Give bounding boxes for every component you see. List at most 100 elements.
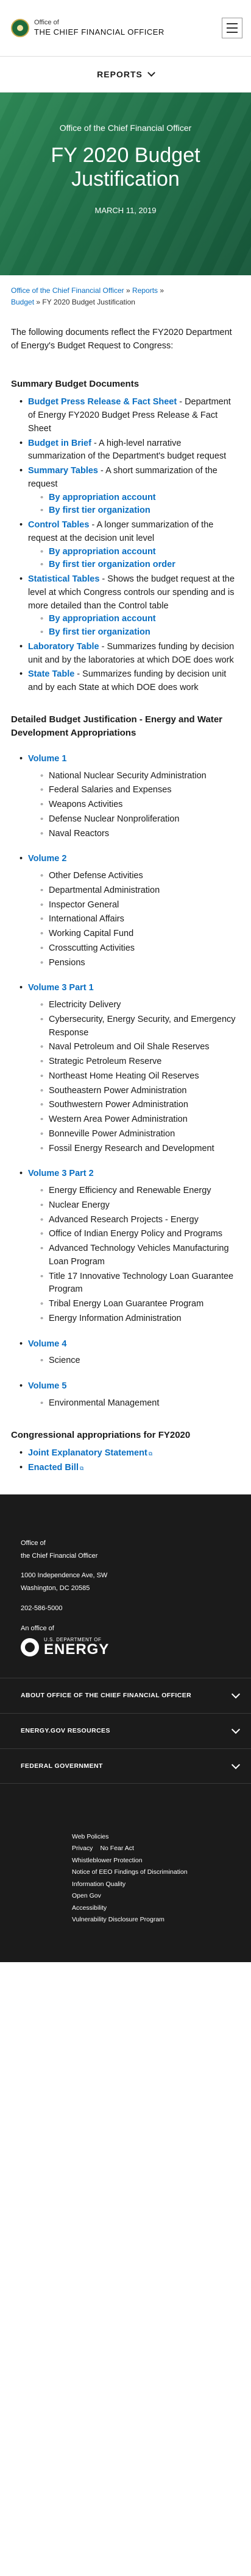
site-header: Office of THE CHIEF FINANCIAL OFFICER RE… — [0, 0, 251, 93]
breadcrumb-budget[interactable]: Budget — [11, 298, 34, 306]
link-privacy[interactable]: Privacy — [72, 1843, 93, 1854]
volume-item: Advanced Research Projects - Energy — [40, 1214, 240, 1227]
doe-seal-icon — [21, 1638, 39, 1656]
summary-sublink[interactable]: By appropriation account — [49, 493, 156, 502]
volume-item: Inspector General — [40, 899, 240, 912]
site-logo[interactable]: Office of THE CHIEF FINANCIAL OFFICER — [11, 19, 164, 37]
link-accessibility[interactable]: Accessibility — [72, 1902, 251, 1914]
volume-item: National Nuclear Security Administration — [40, 770, 240, 783]
breadcrumb-separator: » — [126, 286, 130, 295]
volume-block: Volume 3 Part 1 Electricity DeliveryCyber… — [11, 982, 240, 1155]
volume-contents: National Nuclear Security Administration… — [11, 770, 240, 841]
site-footer: Office of the Chief Financial Officer 10… — [0, 1494, 251, 1963]
summary-item: Statistical Tables - Shows the budget re… — [19, 573, 240, 639]
reports-label: REPORTS — [97, 69, 143, 79]
accordion-label: FEDERAL GOVERNMENT — [21, 1762, 103, 1770]
summary-link[interactable]: Control Tables — [28, 520, 89, 530]
summary-link[interactable]: Budget Press Release & Fact Sheet — [28, 397, 177, 407]
footer-links: Web Policies Privacy No Fear Act Whistle… — [0, 1783, 251, 1963]
volume-link[interactable]: Volume 3 Part 1 — [28, 983, 94, 993]
summary-subitem: By appropriation account — [40, 613, 240, 626]
accordion-resources[interactable]: ENERGY.GOV RESOURCES — [0, 1712, 251, 1748]
summary-subitem: By appropriation account — [40, 491, 240, 505]
volume-item: Federal Salaries and Expenses — [40, 784, 240, 797]
volume-link[interactable]: Volume 5 — [28, 1381, 66, 1391]
link-info-quality[interactable]: Information Quality — [72, 1879, 251, 1890]
volume-item: Cybersecurity, Energy Security, and Emer… — [40, 1013, 240, 1040]
congressional-item: Joint Explanatory Statement⧉ — [19, 1447, 240, 1460]
summary-sublist: By appropriation account By first tier or… — [28, 546, 240, 572]
volume-contents: Energy Efficiency and Renewable EnergyNu… — [11, 1184, 240, 1326]
office-label-small: Office of — [34, 19, 59, 26]
accordion-federal[interactable]: FEDERAL GOVERNMENT — [0, 1748, 251, 1784]
summary-sublink[interactable]: By first tier organization order — [49, 560, 175, 569]
accordion-label: ENERGY.GOV RESOURCES — [21, 1727, 110, 1735]
volume-item: Office of Indian Energy Policy and Progr… — [40, 1228, 240, 1241]
link-open-gov[interactable]: Open Gov — [72, 1890, 251, 1902]
link-vdp[interactable]: Vulnerability Disclosure Program — [72, 1914, 175, 1926]
summary-link[interactable]: Laboratory Table — [28, 642, 99, 652]
summary-link[interactable]: Statistical Tables — [28, 574, 99, 584]
volume-link[interactable]: Volume 3 Part 2 — [28, 1169, 94, 1178]
detailed-heading: Detailed Budget Justification - Energy a… — [11, 714, 222, 739]
volume-link[interactable]: Volume 1 — [28, 754, 66, 764]
volume-item: Tribal Energy Loan Guarantee Program — [40, 1298, 240, 1311]
volume-item: Energy Information Administration — [40, 1312, 240, 1326]
volume-item: Western Area Power Administration — [40, 1113, 240, 1127]
chevron-down-icon — [147, 69, 155, 77]
summary-subitem: By appropriation account — [40, 546, 240, 559]
congressional-link[interactable]: Enacted Bill — [28, 1463, 79, 1473]
congressional-link[interactable]: Joint Explanatory Statement — [28, 1448, 147, 1458]
volume-item: Advanced Technology Vehicles Manufacturi… — [40, 1242, 240, 1269]
publish-date: MARCH 11, 2019 — [94, 206, 157, 216]
external-link-icon: ⧉ — [148, 1451, 153, 1457]
breadcrumb-office[interactable]: Office of the Chief Financial Officer — [11, 286, 124, 295]
volume-item: Crosscutting Activities — [40, 942, 240, 955]
link-no-fear[interactable]: No Fear Act — [100, 1843, 133, 1854]
volume-item: Southeastern Power Administration — [40, 1085, 240, 1098]
summary-sublink[interactable]: By appropriation account — [49, 614, 156, 624]
summary-sublink[interactable]: By first tier organization — [49, 627, 150, 637]
summary-link[interactable]: Summary Tables — [28, 466, 98, 476]
congressional-item: Enacted Bill⧉ — [19, 1462, 240, 1475]
summary-link[interactable]: Budget in Brief — [28, 438, 91, 448]
congressional-heading: Congressional appropriations for FY2020 — [11, 1429, 191, 1440]
volume-list: Volume 1 National Nuclear Security Admini… — [11, 753, 240, 1410]
volume-item: Departmental Administration — [40, 884, 240, 898]
volume-heading: Volume 5 — [11, 1380, 240, 1393]
summary-link[interactable]: State Table — [28, 669, 74, 679]
volume-block: Volume 1 National Nuclear Security Admini… — [11, 753, 240, 841]
summary-sublink[interactable]: By first tier organization — [49, 505, 150, 515]
breadcrumb-reports[interactable]: Reports — [132, 286, 158, 295]
breadcrumb-separator: » — [36, 298, 41, 307]
summary-item: State Table - Summarizes funding by deci… — [19, 668, 240, 695]
volume-block: Volume 5 Environmental Management — [11, 1380, 240, 1410]
volume-item: Fossil Energy Research and Development — [40, 1142, 240, 1156]
hero-banner: Office of the Chief Financial Officer FY… — [0, 93, 251, 275]
summary-item: Control Tables - A longer summarization … — [19, 519, 240, 572]
volume-link[interactable]: Volume 4 — [28, 1339, 66, 1349]
menu-icon-bar — [227, 27, 238, 29]
volume-contents: Electricity DeliveryCybersecurity, Energ… — [11, 999, 240, 1155]
link-whistleblower[interactable]: Whistleblower Protection — [72, 1855, 251, 1867]
volume-item: Weapons Activities — [40, 798, 240, 812]
summary-sublink[interactable]: By appropriation account — [49, 547, 156, 557]
menu-icon-bar — [227, 32, 238, 33]
summary-sublist: By appropriation account By first tier or… — [28, 613, 240, 639]
accordion-about[interactable]: ABOUT OFFICE OF THE CHIEF FINANCIAL OFFI… — [0, 1677, 251, 1713]
volume-item: Title 17 Innovative Technology Loan Guar… — [40, 1270, 240, 1297]
link-web-policies[interactable]: Web Policies — [72, 1831, 251, 1843]
volume-item: Science — [40, 1354, 240, 1368]
volume-contents: Environmental Management — [11, 1397, 240, 1410]
footer-office-line: the Chief Financial Officer — [21, 1552, 98, 1560]
doe-logo[interactable]: U.S. DEPARTMENT OF ENERGY — [21, 1637, 230, 1657]
reports-dropdown[interactable]: REPORTS — [0, 56, 251, 93]
summary-item: Budget Press Release & Fact Sheet - Depa… — [19, 396, 240, 435]
link-eeo-notice[interactable]: Notice of EEO Findings of Discrimination — [72, 1867, 194, 1878]
footer-phone[interactable]: 202-586-5000 — [21, 1602, 230, 1615]
chevron-down-icon — [231, 1725, 241, 1734]
volume-item: Naval Reactors — [40, 828, 240, 841]
volume-link[interactable]: Volume 2 — [28, 854, 66, 864]
menu-button[interactable] — [222, 18, 242, 38]
intro-text: The following documents reflect the FY20… — [11, 328, 232, 351]
